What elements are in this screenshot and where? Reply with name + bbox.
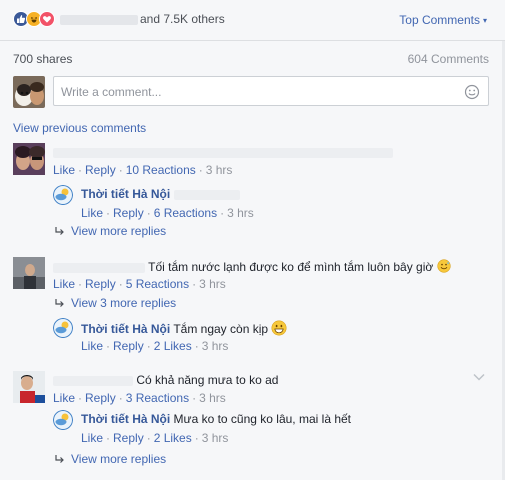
like-link[interactable]: Like	[81, 339, 103, 353]
comment-text: Có khả năng mưa to ko ad	[136, 373, 279, 387]
reply-arrow-icon	[55, 455, 64, 463]
reply-link[interactable]: Reply	[85, 391, 116, 405]
reply-body: Thời tiết Hà Nội	[81, 187, 240, 201]
comment-body	[53, 145, 393, 159]
like-link[interactable]: Like	[53, 163, 75, 177]
comment-body: Có khả năng mưa to ko ad	[53, 373, 278, 387]
comment-actions: Like · Reply · 3 Reactions · 3 hrs	[53, 391, 226, 405]
blurred-commenter-name[interactable]	[53, 147, 393, 158]
timestamp[interactable]: 3 hrs	[206, 163, 233, 177]
reaction-names[interactable]: and 7.5K others	[60, 12, 225, 26]
timestamp[interactable]: 3 hrs	[227, 206, 254, 220]
like-link[interactable]: Like	[81, 431, 103, 445]
view-more-label: View 3 more replies	[71, 296, 177, 310]
blurred-commenter-name[interactable]	[53, 375, 133, 386]
top-comments-dropdown[interactable]: Top Comments ▾	[399, 13, 487, 27]
comment-placeholder: Write a comment...	[61, 85, 162, 99]
timestamp[interactable]: 3 hrs	[199, 391, 226, 405]
commenter-avatar[interactable]	[13, 257, 45, 289]
reactions-link[interactable]: 10 Reactions	[126, 163, 196, 177]
commenter-avatar[interactable]	[13, 143, 45, 175]
reply-link[interactable]: Reply	[113, 431, 144, 445]
timestamp[interactable]: 3 hrs	[202, 339, 229, 353]
reply-link[interactable]: Reply	[113, 206, 144, 220]
chevron-down-icon[interactable]	[473, 373, 485, 381]
blurred-commenter-name[interactable]	[53, 262, 145, 273]
reply-actions: Like · Reply · 2 Likes · 3 hrs	[81, 431, 229, 445]
reply-author[interactable]: Thời tiết Hà Nội	[81, 322, 170, 336]
reply-body: Thời tiết Hà Nội Mưa ko to cũng ko lâu, …	[81, 412, 351, 426]
grin-emoji-icon	[271, 320, 287, 336]
emoji-icon[interactable]	[464, 84, 480, 100]
comment-body: Tối tắm nước lạnh được ko để mình tắm lu…	[53, 259, 451, 274]
reply-author[interactable]: Thời tiết Hà Nội	[81, 187, 170, 201]
sweat-smile-emoji-icon	[437, 259, 451, 273]
reply-author[interactable]: Thời tiết Hà Nội	[81, 412, 170, 426]
timestamp[interactable]: 3 hrs	[199, 277, 226, 291]
caret-down-icon: ▾	[482, 15, 487, 25]
comment-actions: Like · Reply · 5 Reactions · 3 hrs	[53, 277, 226, 291]
reactions-link[interactable]: 5 Reactions	[126, 277, 189, 291]
comment-composer: Write a comment...	[13, 76, 489, 108]
view-more-replies-link[interactable]: View 3 more replies	[55, 296, 176, 310]
comment-text: Tối tắm nước lạnh được ko để mình tắm lu…	[148, 260, 434, 274]
view-more-label: View more replies	[71, 452, 167, 466]
page-avatar[interactable]	[53, 318, 73, 338]
reply-arrow-icon	[55, 299, 64, 307]
top-comments-label: Top Comments	[399, 13, 480, 27]
reactions-link[interactable]: 2 Likes	[154, 339, 192, 353]
love-icon	[39, 11, 55, 27]
reply-body: Thời tiết Hà Nội Tắm ngay còn kịp	[81, 320, 287, 336]
view-more-replies-link[interactable]: View more replies	[55, 452, 166, 466]
page-avatar[interactable]	[53, 410, 73, 430]
reply-actions: Like · Reply · 2 Likes · 3 hrs	[81, 339, 229, 353]
commenter-avatar[interactable]	[13, 371, 45, 403]
like-link[interactable]: Like	[53, 277, 75, 291]
user-avatar[interactable]	[13, 76, 45, 108]
shares-count[interactable]: 700 shares	[13, 52, 72, 66]
reactions-link[interactable]: 2 Likes	[154, 431, 192, 445]
reaction-summary[interactable]: and 7.5K others	[13, 11, 225, 27]
reaction-others: and 7.5K others	[140, 12, 225, 26]
view-more-label: View more replies	[71, 224, 167, 238]
reply-text: Tắm ngay còn kịp	[173, 322, 269, 336]
comments-count: 604 Comments	[407, 52, 489, 66]
reply-link[interactable]: Reply	[113, 339, 144, 353]
reply-actions: Like · Reply · 6 Reactions · 3 hrs	[81, 206, 254, 220]
comment-actions: Like · Reply · 10 Reactions · 3 hrs	[53, 163, 233, 177]
reactions-link[interactable]: 3 Reactions	[126, 391, 189, 405]
comment-input[interactable]: Write a comment...	[53, 76, 489, 106]
blurred-reply-text	[173, 189, 240, 200]
reply-text: Mưa ko to cũng ko lâu, mai là hết	[173, 412, 352, 426]
like-link[interactable]: Like	[81, 206, 103, 220]
blurred-name	[60, 14, 138, 25]
page-avatar[interactable]	[53, 185, 73, 205]
timestamp[interactable]: 3 hrs	[202, 431, 229, 445]
like-link[interactable]: Like	[53, 391, 75, 405]
reactions-link[interactable]: 6 Reactions	[154, 206, 217, 220]
view-more-replies-link[interactable]: View more replies	[55, 224, 166, 238]
reply-arrow-icon	[55, 227, 64, 235]
stats-row: 700 shares 604 Comments	[0, 41, 505, 73]
reactions-bar: and 7.5K others Top Comments ▾	[0, 0, 505, 41]
view-previous-comments-link[interactable]: View previous comments	[13, 121, 146, 135]
reply-link[interactable]: Reply	[85, 163, 116, 177]
reply-link[interactable]: Reply	[85, 277, 116, 291]
